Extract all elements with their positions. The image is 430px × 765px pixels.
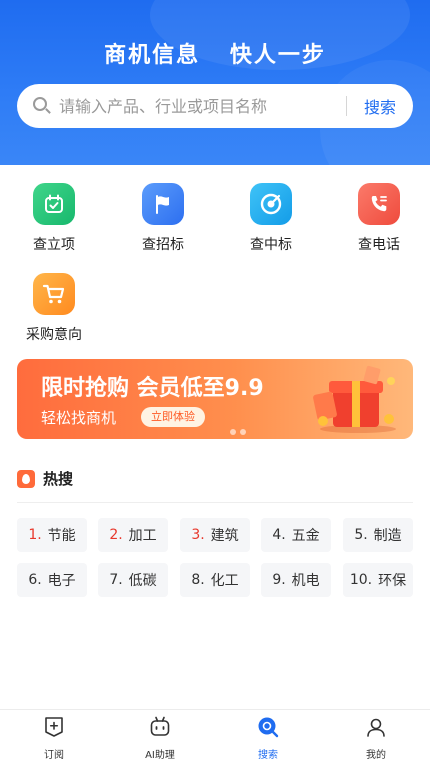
cart-icon <box>33 273 75 315</box>
banner-subtitle: 轻松找商机 <box>41 409 117 427</box>
phone-icon <box>358 183 400 225</box>
slogan-left: 商机信息 <box>104 43 201 68</box>
nav-item-search[interactable]: 搜索 <box>238 715 298 761</box>
quick-item-phone[interactable]: 查电话 <box>339 183 419 254</box>
hot-tag[interactable]: 6. 电子 <box>17 563 87 597</box>
banner-cta-button[interactable]: 立即体验 <box>141 407 205 427</box>
quick-label: 采购意向 <box>26 327 82 343</box>
hot-tag[interactable]: 3. 建筑 <box>180 518 250 552</box>
calendar-check-icon <box>33 183 75 225</box>
robot-icon <box>150 716 170 736</box>
quick-item-award[interactable]: 查中标 <box>231 183 311 254</box>
gift-box-icon <box>313 365 396 433</box>
hot-tag[interactable]: 7. 低碳 <box>98 563 168 597</box>
nav-label: AI助理 <box>145 750 175 761</box>
hot-tag[interactable]: 5. 制造 <box>343 518 413 552</box>
hot-tag[interactable]: 4. 五金 <box>261 518 331 552</box>
flag-icon <box>142 183 184 225</box>
nav-item-ai-assistant[interactable]: AI助理 <box>130 715 190 761</box>
slogan-right: 快人一步 <box>229 43 326 68</box>
quick-label: 查招标 <box>142 237 184 253</box>
quick-label: 查立项 <box>33 237 75 253</box>
quick-label: 查电话 <box>358 237 400 253</box>
nav-label: 我的 <box>366 750 386 761</box>
user-icon <box>367 718 385 737</box>
banner-title: 限时抢购 会员低至9.9 <box>41 376 264 401</box>
hot-tag[interactable]: 1. 节能 <box>17 518 87 552</box>
divider <box>17 502 413 503</box>
banner-pagination <box>230 420 250 439</box>
search-icon <box>31 95 53 117</box>
search-icon <box>258 717 279 738</box>
quick-item-purchase[interactable]: 采购意向 <box>14 273 94 344</box>
promo-banner[interactable]: 限时抢购 会员低至9.9 轻松找商机 立即体验 <box>17 359 413 439</box>
target-icon <box>250 183 292 225</box>
search-input[interactable] <box>59 96 346 116</box>
slogan: 商机信息 快人一步 <box>0 37 430 69</box>
search-button[interactable]: 搜索 <box>347 94 413 118</box>
quick-item-tender[interactable]: 查招标 <box>123 183 203 254</box>
nav-label: 订阅 <box>44 750 64 761</box>
fire-icon <box>17 469 35 488</box>
nav-item-subscribe[interactable]: 订阅 <box>24 715 84 761</box>
search-bar[interactable]: 搜索 <box>17 84 413 128</box>
subscribe-icon <box>45 717 63 737</box>
hot-tag[interactable]: 10. 环保 <box>343 563 413 597</box>
hot-search-title: 热搜 <box>43 470 74 488</box>
hot-tag[interactable]: 9. 机电 <box>261 563 331 597</box>
nav-item-profile[interactable]: 我的 <box>346 715 406 761</box>
hot-search-header: 热搜 <box>17 468 73 489</box>
quick-item-project[interactable]: 查立项 <box>14 183 94 254</box>
quick-label: 查中标 <box>250 237 292 253</box>
nav-label: 搜索 <box>258 750 278 761</box>
hot-tag[interactable]: 8. 化工 <box>180 563 250 597</box>
hot-tag[interactable]: 2. 加工 <box>98 518 168 552</box>
header: 商机信息 快人一步 搜索 <box>0 0 430 165</box>
bottom-nav: 订阅 AI助理 搜索 我的 <box>0 709 430 765</box>
